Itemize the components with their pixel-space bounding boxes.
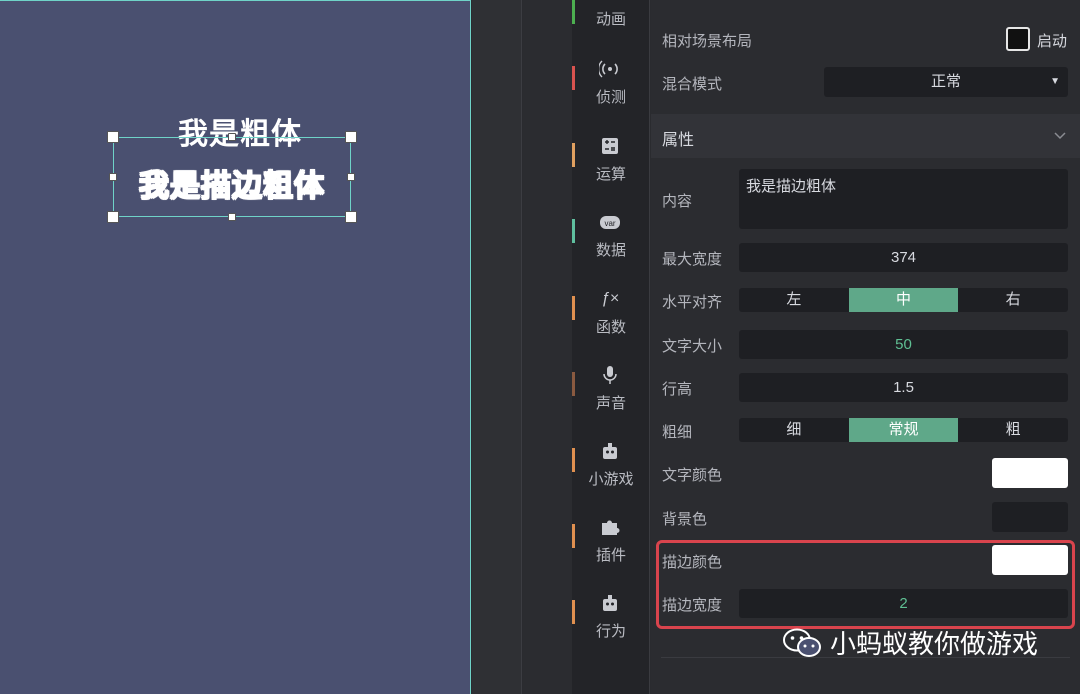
section-title: 属性 [662,132,695,149]
scene-canvas[interactable]: 我是粗体 我是描边粗体 [0,0,471,694]
robot-icon [599,440,621,462]
content-value: 我是描边粗体 [746,178,837,195]
puzzle-icon [599,516,621,538]
properties-section-header[interactable]: 属性 [651,114,1080,158]
stroke-width-input[interactable]: 2 [739,589,1068,618]
wechat-icon [782,627,822,659]
h-align-label: 水平对齐 [662,294,723,311]
h-align-left[interactable]: 左 [739,288,849,312]
category-operators[interactable]: 运算 [572,133,650,209]
category-label: 行为 [595,623,626,640]
microphone-icon [599,364,621,386]
category-label: 动画 [595,11,626,28]
resize-handle-bottom-right[interactable] [345,211,357,223]
weight-regular[interactable]: 常规 [848,418,959,442]
canvas-scroll-strip [472,0,522,694]
stroke-color-swatch[interactable] [992,545,1068,575]
properties-panel: 相对场景布局 启动 混合模式 正常 ▼ 属性 内容 我是描边粗体 最大宽度 37… [651,0,1080,694]
max-width-input[interactable]: 374 [739,243,1068,272]
blend-mode-label: 混合模式 [662,76,723,93]
category-behavior[interactable]: 行为 [572,590,650,666]
category-label: 侦测 [595,89,626,106]
content-textarea[interactable]: 我是描边粗体 [739,169,1068,229]
weight-segmented: 细 常规 粗 [739,418,1068,442]
weight-bold[interactable]: 粗 [958,418,1068,442]
weight-label: 粗细 [662,424,693,441]
watermark-text: 小蚂蚁教你做游戏 [830,629,1039,659]
resize-handle-top-right[interactable] [345,131,357,143]
line-height-input[interactable]: 1.5 [739,373,1068,402]
function-icon: ƒ× [600,290,620,307]
h-align-center[interactable]: 中 [848,288,959,312]
resize-handle-right[interactable] [347,173,355,181]
sensor-icon [597,58,621,80]
category-plugins[interactable]: 插件 [572,514,650,590]
category-label: 数据 [595,242,626,259]
blend-mode-value: 正常 [930,73,961,90]
category-minigame[interactable]: 小游戏 [572,438,650,514]
weight-thin[interactable]: 细 [739,418,849,442]
category-function[interactable]: ƒ× 函数 [572,286,650,362]
caret-down-icon: ▼ [1050,76,1060,87]
resize-handle-bottom[interactable] [228,213,236,221]
h-align-right[interactable]: 右 [958,288,1068,312]
category-label: 小游戏 [588,471,634,488]
h-align-segmented: 左 中 右 [739,288,1068,312]
resize-handle-left[interactable] [109,173,117,181]
category-sensor[interactable]: 侦测 [572,56,650,132]
watermark: 小蚂蚁教你做游戏 [782,624,1038,661]
font-size-label: 文字大小 [662,338,723,355]
bg-color-swatch[interactable] [992,502,1068,532]
stroke-width-label: 描边宽度 [662,597,723,614]
category-label: 声音 [595,395,626,412]
category-label: 插件 [595,547,626,564]
relative-layout-label: 相对场景布局 [662,33,753,50]
robot-icon [599,592,621,614]
resize-handle-top-left[interactable] [107,131,119,143]
svg-text:var: var [604,219,615,228]
line-height-label: 行高 [662,381,693,398]
category-sound[interactable]: 声音 [572,362,650,438]
variable-icon: var [599,211,621,233]
category-label: 运算 [595,166,626,183]
calculator-icon [599,135,621,157]
stroke-bold-text-object[interactable]: 我是描边粗体 [113,161,351,205]
text-color-swatch[interactable] [992,458,1068,488]
max-width-label: 最大宽度 [662,251,723,268]
category-animation[interactable]: 动画 [572,0,650,62]
content-label: 内容 [662,193,693,210]
stroke-color-label: 描边颜色 [662,554,723,571]
relative-layout-toggle-label: 启动 [1037,33,1068,50]
font-size-input[interactable]: 50 [739,330,1068,359]
bg-color-label: 背景色 [662,511,708,528]
blocks-area [523,0,572,694]
resize-handle-top[interactable] [228,133,236,141]
relative-layout-checkbox[interactable] [1006,27,1030,51]
chevron-down-icon [1054,128,1066,146]
text-color-label: 文字颜色 [662,467,723,484]
block-category-sidebar: 动画 侦测 运算 var 数据 ƒ× 函数 声音 小游戏 插件 行为 [572,0,650,694]
resize-handle-bottom-left[interactable] [107,211,119,223]
category-data[interactable]: var 数据 [572,209,650,285]
category-label: 函数 [595,319,626,336]
blend-mode-select[interactable]: 正常 ▼ [824,67,1068,97]
